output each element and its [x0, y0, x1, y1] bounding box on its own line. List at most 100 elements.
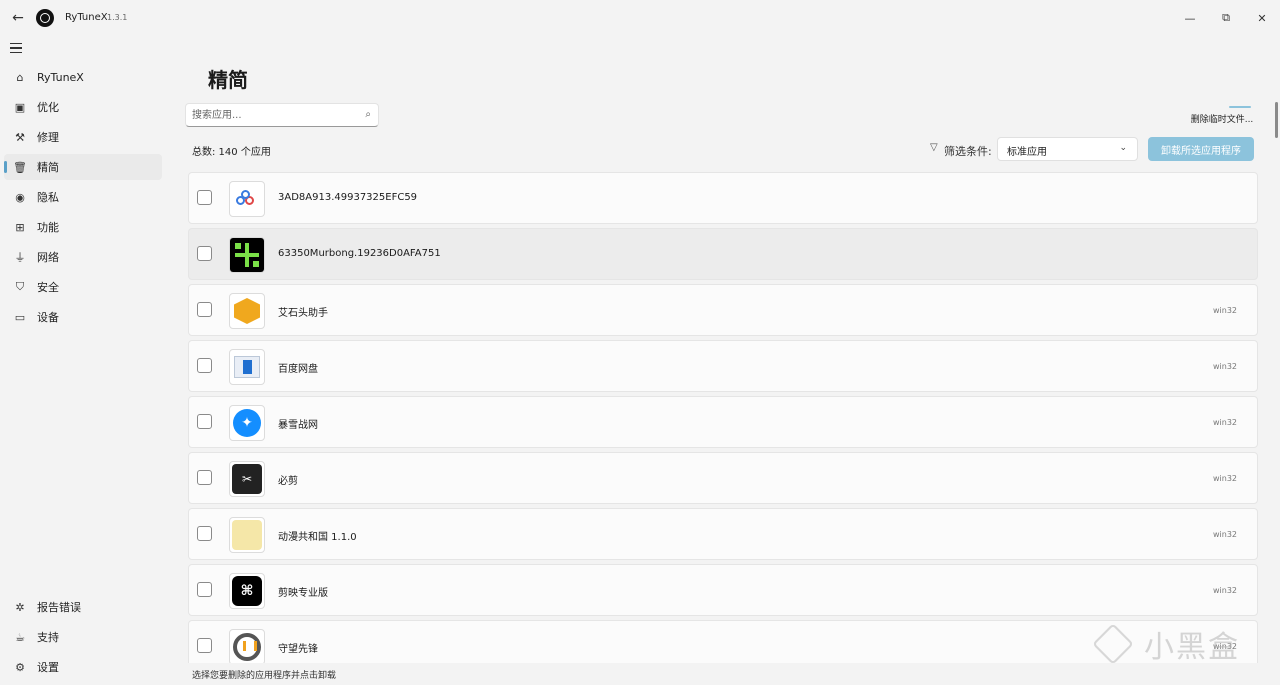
watermark: 小黑盒	[1092, 620, 1242, 668]
app-checkbox[interactable]	[197, 246, 212, 261]
app-name: 动漫共和国 1.1.0	[278, 532, 357, 543]
close-button[interactable]: ✕	[1252, 8, 1272, 28]
app-type: win32	[1212, 362, 1237, 371]
support-icon: ☕	[15, 630, 25, 644]
app-name: 3AD8A913.49937325EFC59	[278, 192, 418, 203]
sidebar-item-security[interactable]: ⛉ 安全	[4, 274, 162, 300]
app-checkbox[interactable]	[197, 582, 212, 597]
list-item[interactable]: 艾石头助手 win32	[188, 284, 1258, 336]
sidebar-item-privacy[interactable]: ◉ 隐私	[4, 184, 162, 210]
delete-temp-files-button[interactable]: 删除临时文件...	[1186, 110, 1258, 126]
list-item[interactable]: 63350Murbong.19236D0AFA751	[188, 228, 1258, 280]
sidebar-item-device[interactable]: ▭ 设备	[4, 304, 162, 330]
status-text: 选择您要删除的应用程序并点击卸载	[192, 671, 337, 681]
search-input[interactable]	[192, 107, 352, 123]
laptop-icon: ▭	[14, 310, 26, 324]
app-type: win32	[1212, 418, 1237, 427]
app-version: 1.3.1	[107, 13, 128, 22]
network-icon: ⏚	[14, 251, 26, 264]
app-title: RyTuneX	[65, 12, 108, 23]
sidebar-item-support[interactable]: ☕ 支持	[4, 624, 162, 650]
black-grid-icon	[229, 237, 265, 273]
app-checkbox[interactable]	[197, 638, 212, 653]
sidebar-item-features[interactable]: ⊞ 功能	[4, 214, 162, 240]
app-name: 必剪	[278, 476, 298, 487]
chevron-down-icon: ⌄	[1119, 143, 1127, 153]
sidebar-item-network[interactable]: ⏚ 网络	[4, 244, 162, 270]
app-name: 百度网盘	[278, 364, 318, 375]
scrollbar[interactable]	[1274, 100, 1278, 665]
app-name: 剪映专业版	[278, 588, 328, 599]
sidebar-nav: ⌂ RyTuneX ▣ 优化 ⚒ 修理 🗑 精简 ◉ 隐私 ⊞ 功能 ⏚ 网络 …	[4, 64, 162, 334]
battlenet-icon: ✦	[229, 405, 265, 441]
list-item[interactable]: ✂ 必剪 win32	[188, 452, 1258, 504]
list-item[interactable]: 百度网盘 win32	[188, 340, 1258, 392]
list-item[interactable]: 3AD8A913.49937325EFC59	[188, 172, 1258, 224]
minimize-icon: —	[1184, 11, 1196, 25]
title-bar: ← RyTuneX 1.3.1 — ⧉ ✕	[0, 0, 1280, 36]
sidebar-item-home[interactable]: ⌂ RyTuneX	[4, 64, 162, 90]
total-apps-count: 总数: 140 个应用	[192, 147, 271, 158]
app-checkbox[interactable]	[197, 358, 212, 373]
capcut-icon: ⌘	[229, 573, 265, 609]
app-type: win32	[1212, 306, 1237, 315]
app-type: win32	[1212, 586, 1237, 595]
page-title: 精简	[208, 68, 248, 92]
sidebar-item-label: 网络	[37, 251, 59, 264]
app-checkbox[interactable]	[197, 526, 212, 541]
home-icon: ⌂	[16, 70, 24, 84]
sidebar-item-label: 优化	[37, 101, 59, 114]
menu-toggle-button[interactable]	[10, 40, 28, 56]
app-name: 暴雪战网	[278, 420, 318, 431]
sidebar-item-label: 报告错误	[37, 601, 81, 614]
maximize-button[interactable]: ⧉	[1216, 8, 1236, 28]
filter-dropdown[interactable]: 标准应用 ⌄	[997, 137, 1138, 161]
sidebar-item-report-bug[interactable]: ✲ 报告错误	[4, 594, 162, 620]
sidebar-item-label: 隐私	[37, 191, 59, 204]
search-icon[interactable]: ⌕	[365, 109, 371, 120]
sidebar-item-optimize[interactable]: ▣ 优化	[4, 94, 162, 120]
filter-icon: ▽	[930, 142, 938, 153]
close-icon: ✕	[1257, 11, 1267, 25]
search-box[interactable]: ⌕	[185, 103, 379, 127]
bug-icon: ✲	[15, 600, 25, 614]
wrench-icon: ⚒	[15, 130, 25, 144]
shield-icon: ⛉	[15, 280, 25, 293]
minimize-button[interactable]: —	[1180, 8, 1200, 28]
uninstall-selected-button[interactable]: 卸载所选应用程序	[1148, 137, 1254, 161]
list-item[interactable]: ⌘ 剪映专业版 win32	[188, 564, 1258, 616]
app-name: 63350Murbong.19236D0AFA751	[278, 248, 441, 259]
hamburger-icon	[10, 43, 22, 45]
app-checkbox[interactable]	[197, 302, 212, 317]
filter-selected-value: 标准应用	[1007, 147, 1047, 158]
sidebar-item-debloat[interactable]: 🗑 精简	[4, 154, 162, 180]
list-item[interactable]: 动漫共和国 1.1.0 win32	[188, 508, 1258, 560]
sidebar-item-label: RyTuneX	[37, 70, 84, 84]
app-type: win32	[1212, 474, 1237, 483]
overwatch-icon	[229, 629, 265, 663]
sidebar-footer: ✲ 报告错误 ☕ 支持 ⚙ 设置	[4, 594, 162, 684]
optimize-icon: ▣	[14, 100, 26, 114]
app-logo	[36, 9, 54, 27]
sidebar-item-label: 功能	[37, 221, 59, 234]
sidebar-item-settings[interactable]: ⚙ 设置	[4, 654, 162, 680]
sidebar-item-label: 精简	[37, 161, 59, 174]
anime-icon	[229, 517, 265, 553]
app-checkbox[interactable]	[197, 414, 212, 429]
sidebar-item-label: 支持	[37, 631, 59, 644]
progress-indicator	[1229, 106, 1251, 108]
filter-label: 筛选条件:	[944, 145, 992, 158]
trash-icon: 🗑	[13, 160, 27, 174]
app-checkbox[interactable]	[197, 470, 212, 485]
blue-dots-icon	[229, 181, 265, 217]
bijian-icon: ✂	[229, 461, 265, 497]
baidu-disk-icon	[229, 349, 265, 385]
app-checkbox[interactable]	[197, 190, 212, 205]
sidebar-item-repair[interactable]: ⚒ 修理	[4, 124, 162, 150]
list-item[interactable]: ✦ 暴雪战网 win32	[188, 396, 1258, 448]
sidebar-item-label: 设置	[37, 661, 59, 674]
app-list: 3AD8A913.49937325EFC59 63350Murbong.1923…	[188, 172, 1258, 663]
sidebar-item-label: 修理	[37, 131, 59, 144]
scrollbar-thumb[interactable]	[1275, 102, 1278, 138]
back-button[interactable]: ←	[8, 8, 28, 28]
